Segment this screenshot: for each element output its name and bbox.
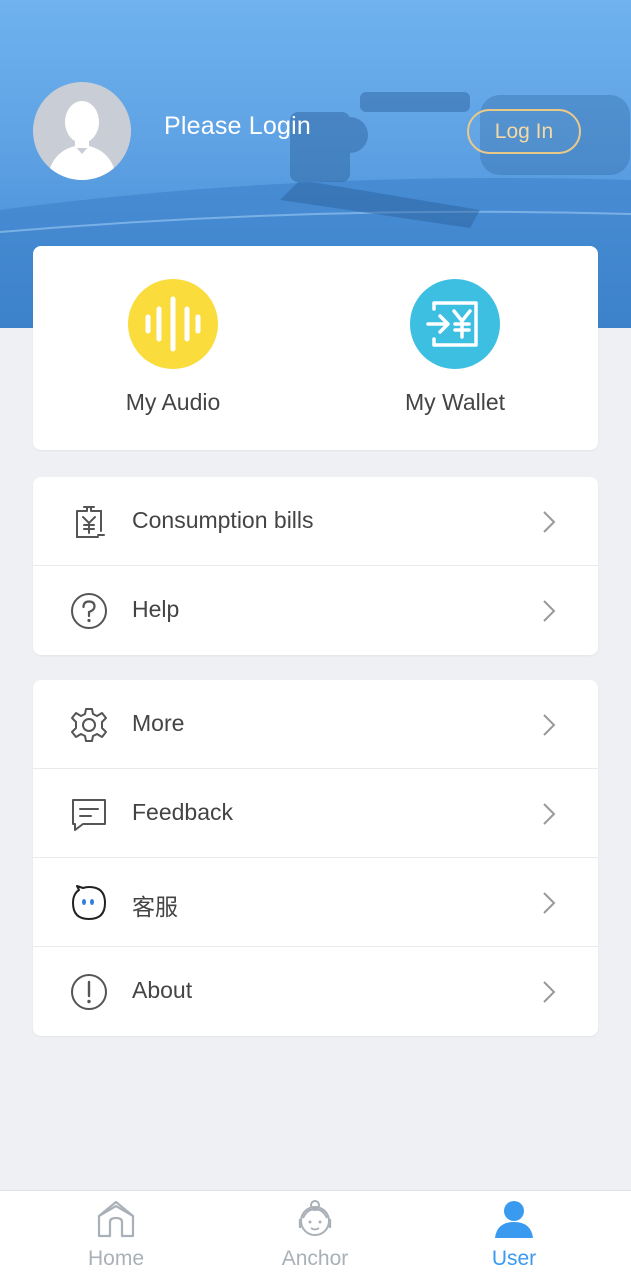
my-wallet-button[interactable]: My Wallet [355, 279, 555, 416]
my-audio-button[interactable]: My Audio [73, 279, 273, 416]
tab-label: Home [87, 1247, 145, 1270]
menu-label: Consumption bills [132, 507, 314, 533]
login-button[interactable]: Log In [467, 109, 581, 154]
tab-user[interactable]: User [409, 1191, 619, 1280]
audio-wave-icon [128, 279, 218, 369]
tab-label: User [491, 1247, 537, 1270]
default-user-icon [47, 101, 117, 180]
menu-label: More [132, 710, 185, 736]
menu-label: Feedback [132, 799, 234, 825]
menu-item-about[interactable]: About [33, 947, 598, 1036]
chevron-right-icon [543, 714, 556, 736]
menu-label: Help [132, 596, 180, 622]
menu-item-customer-service[interactable]: 客服 [33, 858, 598, 947]
tab-anchor[interactable]: Anchor [210, 1191, 420, 1280]
chevron-right-icon [543, 600, 556, 622]
anchor-icon [298, 1200, 332, 1236]
user-icon [495, 1201, 533, 1238]
menu-group-account: Consumption bills Help [33, 477, 598, 655]
customer-service-icon [72, 885, 106, 920]
menu-item-help[interactable]: Help [33, 566, 598, 655]
menu-label: 客服 [132, 894, 178, 920]
menu-item-more[interactable]: More [33, 680, 598, 769]
chevron-right-icon [543, 803, 556, 825]
avatar[interactable] [33, 82, 131, 180]
menu-label: About [132, 977, 193, 1003]
menu-group-settings: More Feedback 客服 About [33, 680, 598, 1036]
help-icon [71, 593, 107, 629]
info-icon [71, 974, 107, 1010]
chevron-right-icon [543, 511, 556, 533]
chevron-right-icon [543, 981, 556, 1003]
my-wallet-label: My Wallet [404, 389, 506, 415]
bill-icon [76, 506, 105, 538]
tab-home[interactable]: Home [11, 1191, 221, 1280]
login-prompt[interactable]: Please Login [164, 112, 311, 141]
menu-item-feedback[interactable]: Feedback [33, 769, 598, 858]
home-icon [97, 1200, 135, 1238]
gear-icon [71, 708, 107, 742]
my-audio-label: My Audio [125, 389, 221, 415]
chevron-right-icon [543, 892, 556, 914]
feedback-icon [72, 799, 106, 831]
tab-label: Anchor [281, 1247, 349, 1270]
menu-item-consumption-bills[interactable]: Consumption bills [33, 477, 598, 566]
quick-actions-card: My Audio My Wallet [33, 246, 598, 450]
wallet-exchange-icon [410, 279, 500, 369]
bottom-tab-bar: Home Anchor User [0, 1190, 631, 1280]
